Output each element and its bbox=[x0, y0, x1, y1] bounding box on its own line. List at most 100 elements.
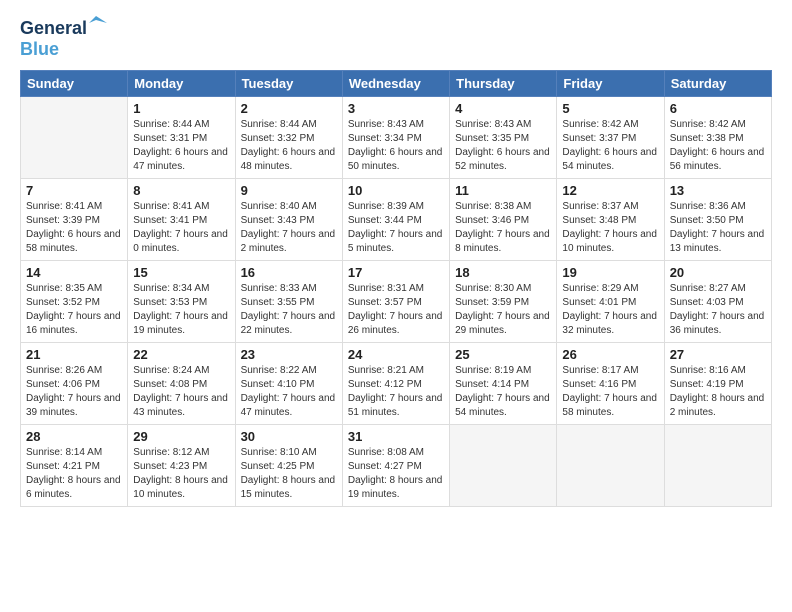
calendar-cell: 4 Sunrise: 8:43 AMSunset: 3:35 PMDaylight… bbox=[450, 97, 557, 179]
weekday-header-saturday: Saturday bbox=[664, 71, 771, 97]
day-number: 8 bbox=[133, 183, 229, 198]
cell-info: Sunrise: 8:08 AMSunset: 4:27 PMDaylight:… bbox=[348, 446, 444, 502]
calendar-cell: 30Sunrise: 8:10 AMSunset: 4:25 PMDayligh… bbox=[235, 425, 342, 507]
cell-info: Sunrise: 8:22 AMSunset: 4:10 PMDaylight:… bbox=[241, 364, 337, 420]
cell-info: Sunrise: 8:31 AMSunset: 3:57 PMDaylight:… bbox=[348, 282, 444, 338]
weekday-header-row: SundayMondayTuesdayWednesdayThursdayFrid… bbox=[21, 71, 772, 97]
day-number: 2 bbox=[241, 101, 337, 116]
header: General Blue bbox=[20, 18, 772, 60]
calendar-cell: 14Sunrise: 8:35 AMSunset: 3:52 PMDayligh… bbox=[21, 261, 128, 343]
cell-info: Sunrise: 8:36 AMSunset: 3:50 PMDaylight:… bbox=[670, 200, 766, 256]
week-row-3: 14Sunrise: 8:35 AMSunset: 3:52 PMDayligh… bbox=[21, 261, 772, 343]
day-number: 28 bbox=[26, 429, 122, 444]
calendar-cell: 27Sunrise: 8:16 AMSunset: 4:19 PMDayligh… bbox=[664, 343, 771, 425]
cell-info: Sunrise: 8:24 AMSunset: 4:08 PMDaylight:… bbox=[133, 364, 229, 420]
logo: General Blue bbox=[20, 18, 87, 60]
day-number: 11 bbox=[455, 183, 551, 198]
cell-info: Sunrise: 8:40 AMSunset: 3:43 PMDaylight:… bbox=[241, 200, 337, 256]
day-number: 5 bbox=[562, 101, 658, 116]
calendar-cell bbox=[664, 425, 771, 507]
calendar-cell bbox=[21, 97, 128, 179]
weekday-header-thursday: Thursday bbox=[450, 71, 557, 97]
day-number: 21 bbox=[26, 347, 122, 362]
weekday-header-friday: Friday bbox=[557, 71, 664, 97]
calendar-cell: 31 Sunrise: 8:08 AMSunset: 4:27 PMDayligh… bbox=[342, 425, 449, 507]
day-number: 18 bbox=[455, 265, 551, 280]
logo-bird-icon bbox=[89, 16, 107, 30]
calendar-cell: 21 Sunrise: 8:26 AMSunset: 4:06 PMDayligh… bbox=[21, 343, 128, 425]
cell-info: Sunrise: 8:41 AMSunset: 3:41 PMDaylight:… bbox=[133, 200, 229, 256]
cell-info: Sunrise: 8:29 AMSunset: 4:01 PMDaylight:… bbox=[562, 282, 658, 338]
cell-info: Sunrise: 8:42 AMSunset: 3:37 PMDaylight:… bbox=[562, 118, 658, 174]
calendar-cell: 9Sunrise: 8:40 AMSunset: 3:43 PMDaylight… bbox=[235, 179, 342, 261]
day-number: 4 bbox=[455, 101, 551, 116]
cell-info: Sunrise: 8:43 AMSunset: 3:35 PMDaylight:… bbox=[455, 118, 551, 174]
day-number: 22 bbox=[133, 347, 229, 362]
cell-info: Sunrise: 8:14 AMSunset: 4:21 PMDaylight:… bbox=[26, 446, 122, 502]
day-number: 1 bbox=[133, 101, 229, 116]
week-row-1: 1 Sunrise: 8:44 AMSunset: 3:31 PMDaylight… bbox=[21, 97, 772, 179]
calendar-cell: 29 Sunrise: 8:12 AMSunset: 4:23 PMDayligh… bbox=[128, 425, 235, 507]
calendar-cell bbox=[557, 425, 664, 507]
cell-info: Sunrise: 8:43 AMSunset: 3:34 PMDaylight:… bbox=[348, 118, 444, 174]
calendar-cell: 1 Sunrise: 8:44 AMSunset: 3:31 PMDaylight… bbox=[128, 97, 235, 179]
calendar-cell: 15 Sunrise: 8:34 AMSunset: 3:53 PMDayligh… bbox=[128, 261, 235, 343]
cell-info: Sunrise: 8:27 AMSunset: 4:03 PMDaylight:… bbox=[670, 282, 766, 338]
cell-info: Sunrise: 8:42 AMSunset: 3:38 PMDaylight:… bbox=[670, 118, 766, 174]
calendar-cell bbox=[450, 425, 557, 507]
calendar-cell: 26Sunrise: 8:17 AMSunset: 4:16 PMDayligh… bbox=[557, 343, 664, 425]
day-number: 23 bbox=[241, 347, 337, 362]
cell-info: Sunrise: 8:33 AMSunset: 3:55 PMDaylight:… bbox=[241, 282, 337, 338]
day-number: 27 bbox=[670, 347, 766, 362]
calendar-cell: 20 Sunrise: 8:27 AMSunset: 4:03 PMDayligh… bbox=[664, 261, 771, 343]
cell-info: Sunrise: 8:44 AMSunset: 3:32 PMDaylight:… bbox=[241, 118, 337, 174]
cell-info: Sunrise: 8:35 AMSunset: 3:52 PMDaylight:… bbox=[26, 282, 122, 338]
day-number: 7 bbox=[26, 183, 122, 198]
cell-info: Sunrise: 8:37 AMSunset: 3:48 PMDaylight:… bbox=[562, 200, 658, 256]
cell-info: Sunrise: 8:44 AMSunset: 3:31 PMDaylight:… bbox=[133, 118, 229, 174]
calendar-cell: 8 Sunrise: 8:41 AMSunset: 3:41 PMDaylight… bbox=[128, 179, 235, 261]
day-number: 31 bbox=[348, 429, 444, 444]
day-number: 20 bbox=[670, 265, 766, 280]
weekday-header-monday: Monday bbox=[128, 71, 235, 97]
calendar-cell: 10Sunrise: 8:39 AMSunset: 3:44 PMDayligh… bbox=[342, 179, 449, 261]
day-number: 12 bbox=[562, 183, 658, 198]
cell-info: Sunrise: 8:39 AMSunset: 3:44 PMDaylight:… bbox=[348, 200, 444, 256]
calendar-table: SundayMondayTuesdayWednesdayThursdayFrid… bbox=[20, 70, 772, 507]
cell-info: Sunrise: 8:19 AMSunset: 4:14 PMDaylight:… bbox=[455, 364, 551, 420]
calendar-cell: 3 Sunrise: 8:43 AMSunset: 3:34 PMDaylight… bbox=[342, 97, 449, 179]
day-number: 3 bbox=[348, 101, 444, 116]
calendar-cell: 2 Sunrise: 8:44 AMSunset: 3:32 PMDaylight… bbox=[235, 97, 342, 179]
cell-info: Sunrise: 8:41 AMSunset: 3:39 PMDaylight:… bbox=[26, 200, 122, 256]
calendar-cell: 13Sunrise: 8:36 AMSunset: 3:50 PMDayligh… bbox=[664, 179, 771, 261]
cell-info: Sunrise: 8:34 AMSunset: 3:53 PMDaylight:… bbox=[133, 282, 229, 338]
calendar-cell: 22 Sunrise: 8:24 AMSunset: 4:08 PMDayligh… bbox=[128, 343, 235, 425]
week-row-2: 7 Sunrise: 8:41 AMSunset: 3:39 PMDaylight… bbox=[21, 179, 772, 261]
calendar-cell: 5 Sunrise: 8:42 AMSunset: 3:37 PMDaylight… bbox=[557, 97, 664, 179]
cell-info: Sunrise: 8:38 AMSunset: 3:46 PMDaylight:… bbox=[455, 200, 551, 256]
logo-general: General bbox=[20, 18, 87, 38]
day-number: 29 bbox=[133, 429, 229, 444]
day-number: 19 bbox=[562, 265, 658, 280]
calendar-cell: 24Sunrise: 8:21 AMSunset: 4:12 PMDayligh… bbox=[342, 343, 449, 425]
calendar-cell: 23 Sunrise: 8:22 AMSunset: 4:10 PMDayligh… bbox=[235, 343, 342, 425]
cell-info: Sunrise: 8:12 AMSunset: 4:23 PMDaylight:… bbox=[133, 446, 229, 502]
calendar-cell: 17 Sunrise: 8:31 AMSunset: 3:57 PMDayligh… bbox=[342, 261, 449, 343]
calendar-cell: 28 Sunrise: 8:14 AMSunset: 4:21 PMDayligh… bbox=[21, 425, 128, 507]
logo-blue: Blue bbox=[20, 39, 59, 59]
calendar-cell: 25Sunrise: 8:19 AMSunset: 4:14 PMDayligh… bbox=[450, 343, 557, 425]
cell-info: Sunrise: 8:26 AMSunset: 4:06 PMDaylight:… bbox=[26, 364, 122, 420]
day-number: 17 bbox=[348, 265, 444, 280]
day-number: 6 bbox=[670, 101, 766, 116]
calendar-cell: 16 Sunrise: 8:33 AMSunset: 3:55 PMDayligh… bbox=[235, 261, 342, 343]
week-row-5: 28 Sunrise: 8:14 AMSunset: 4:21 PMDayligh… bbox=[21, 425, 772, 507]
day-number: 16 bbox=[241, 265, 337, 280]
weekday-header-sunday: Sunday bbox=[21, 71, 128, 97]
weekday-header-wednesday: Wednesday bbox=[342, 71, 449, 97]
day-number: 15 bbox=[133, 265, 229, 280]
cell-info: Sunrise: 8:30 AMSunset: 3:59 PMDaylight:… bbox=[455, 282, 551, 338]
calendar-cell: 11 Sunrise: 8:38 AMSunset: 3:46 PMDayligh… bbox=[450, 179, 557, 261]
calendar-cell: 7 Sunrise: 8:41 AMSunset: 3:39 PMDaylight… bbox=[21, 179, 128, 261]
cell-info: Sunrise: 8:21 AMSunset: 4:12 PMDaylight:… bbox=[348, 364, 444, 420]
calendar-cell: 6 Sunrise: 8:42 AMSunset: 3:38 PMDaylight… bbox=[664, 97, 771, 179]
